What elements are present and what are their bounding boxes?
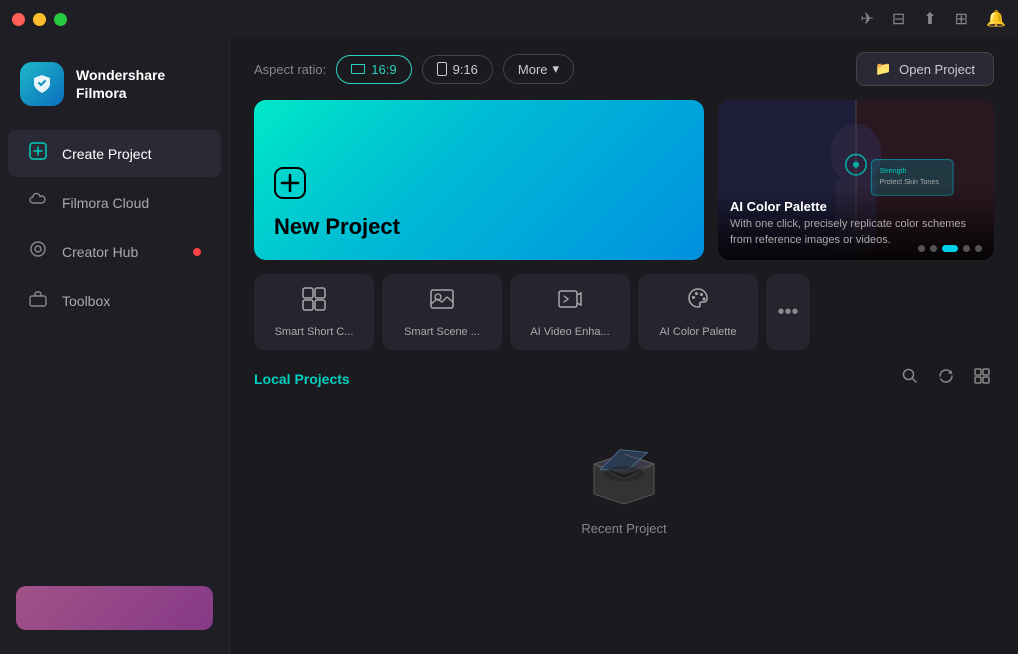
- ai-tool-label: AI Color Palette: [659, 326, 736, 338]
- carousel-dot-5[interactable]: [975, 245, 982, 252]
- ai-tool-color-palette[interactable]: AI Color Palette: [638, 274, 758, 350]
- ai-card-title: AI Color Palette: [730, 199, 982, 214]
- logo-icon: [20, 62, 64, 106]
- sidebar-item-filmora-cloud[interactable]: Filmora Cloud: [8, 179, 221, 226]
- cloud-upload-icon[interactable]: ⬆: [923, 9, 936, 29]
- video-enhance-icon: [557, 286, 583, 318]
- sidebar-item-label: Toolbox: [62, 293, 110, 309]
- sidebar-nav: Create Project Filmora Cloud Creator: [0, 130, 229, 578]
- new-project-plus-icon: [274, 167, 400, 206]
- new-project-content: New Project: [274, 167, 400, 240]
- aspect-ratio-label: Aspect ratio:: [254, 62, 326, 77]
- ai-tool-label: Smart Short C...: [275, 326, 354, 338]
- sidebar-item-creator-hub[interactable]: Creator Hub: [8, 228, 221, 275]
- logo-text: Wondershare Filmora: [76, 66, 165, 102]
- aspect-ratio-9-16-button[interactable]: 9:16: [422, 55, 493, 84]
- toolbox-icon: [28, 289, 48, 312]
- carousel-dots: [918, 245, 982, 252]
- sidebar-item-label: Filmora Cloud: [62, 195, 149, 211]
- chevron-down-icon: ▾: [553, 61, 560, 77]
- titlebar: ✈ ⊟ ⬆ ⊞ 🔔: [0, 0, 1018, 38]
- ai-tool-smart-scene[interactable]: Smart Scene ...: [382, 274, 502, 350]
- svg-text:Protect Skin Tones: Protect Skin Tones: [880, 178, 940, 186]
- refresh-projects-button[interactable]: [934, 364, 958, 393]
- cloud-icon: [28, 191, 48, 214]
- search-projects-button[interactable]: [898, 364, 922, 393]
- creator-hub-icon: [28, 240, 48, 263]
- aspect-ratio-16-9-button[interactable]: 16:9: [336, 55, 411, 84]
- ai-tool-smart-short-cut[interactable]: Smart Short C...: [254, 274, 374, 350]
- open-project-button[interactable]: 📁 Open Project: [856, 52, 994, 86]
- section-actions: [898, 364, 994, 393]
- create-project-icon: [28, 142, 48, 165]
- grid-icon[interactable]: ⊞: [955, 9, 968, 29]
- smart-scene-icon: [429, 286, 455, 318]
- user-avatar[interactable]: [16, 586, 213, 630]
- ai-feature-card[interactable]: Strength Protect Skin Tones AI Color Pal…: [718, 100, 994, 260]
- smart-short-cut-icon: [301, 286, 327, 318]
- ai-tool-label: AI Video Enha...: [530, 326, 609, 338]
- sidebar-item-label: Create Project: [62, 146, 151, 162]
- ai-card-description: With one click, precisely replicate colo…: [730, 217, 982, 248]
- folder-icon: 📁: [875, 61, 891, 77]
- notification-dot: [193, 248, 201, 256]
- send-icon[interactable]: ✈: [860, 9, 873, 29]
- color-palette-icon: [685, 286, 711, 318]
- new-project-label: New Project: [274, 214, 400, 240]
- logo: Wondershare Filmora: [0, 54, 229, 130]
- carousel-dot-1[interactable]: [918, 245, 925, 252]
- carousel-dot-3[interactable]: [942, 245, 958, 252]
- aspect-ratio-controls: Aspect ratio: 16:9 9:16 More ▾: [254, 54, 574, 84]
- main-layout: Wondershare Filmora Create Project: [0, 38, 1018, 654]
- sidebar-item-label: Creator Hub: [62, 244, 138, 260]
- svg-text:Strength: Strength: [880, 167, 907, 175]
- sidebar-item-toolbox[interactable]: Toolbox: [8, 277, 221, 324]
- sidebar-item-create-project[interactable]: Create Project: [8, 130, 221, 177]
- feature-panels: New Project: [230, 100, 1018, 260]
- titlebar-actions: ✈ ⊟ ⬆ ⊞ 🔔: [860, 9, 1006, 29]
- monitor-icon: [351, 64, 365, 74]
- empty-box-illustration: [579, 429, 669, 509]
- ai-tool-label: Smart Scene ...: [404, 326, 480, 338]
- minimize-button[interactable]: [33, 13, 46, 26]
- content-area: Aspect ratio: 16:9 9:16 More ▾ 📁 Open Pr…: [230, 38, 1018, 654]
- ai-tools-row: Smart Short C... Smart Scene ...: [230, 274, 1018, 350]
- more-button[interactable]: More ▾: [503, 54, 574, 84]
- window-controls[interactable]: [12, 13, 67, 26]
- grid-view-button[interactable]: [970, 364, 994, 393]
- sidebar: Wondershare Filmora Create Project: [0, 38, 230, 654]
- section-header: Local Projects: [254, 364, 994, 393]
- local-projects-section: Local Projects: [230, 364, 1018, 654]
- recent-project-label: Recent Project: [581, 521, 666, 536]
- empty-state: Recent Project: [254, 409, 994, 556]
- carousel-dot-2[interactable]: [930, 245, 937, 252]
- close-button[interactable]: [12, 13, 25, 26]
- message-icon[interactable]: ⊟: [892, 9, 905, 29]
- more-dots-icon: •••: [777, 301, 798, 324]
- bell-icon[interactable]: 🔔: [986, 9, 1006, 29]
- phone-icon: [437, 62, 447, 76]
- new-project-card[interactable]: New Project: [254, 100, 704, 260]
- carousel-dot-4[interactable]: [963, 245, 970, 252]
- local-projects-title: Local Projects: [254, 371, 350, 387]
- topbar: Aspect ratio: 16:9 9:16 More ▾ 📁 Open Pr…: [230, 38, 1018, 100]
- ai-tool-video-enhance[interactable]: AI Video Enha...: [510, 274, 630, 350]
- maximize-button[interactable]: [54, 13, 67, 26]
- ai-tools-more-button[interactable]: •••: [766, 274, 810, 350]
